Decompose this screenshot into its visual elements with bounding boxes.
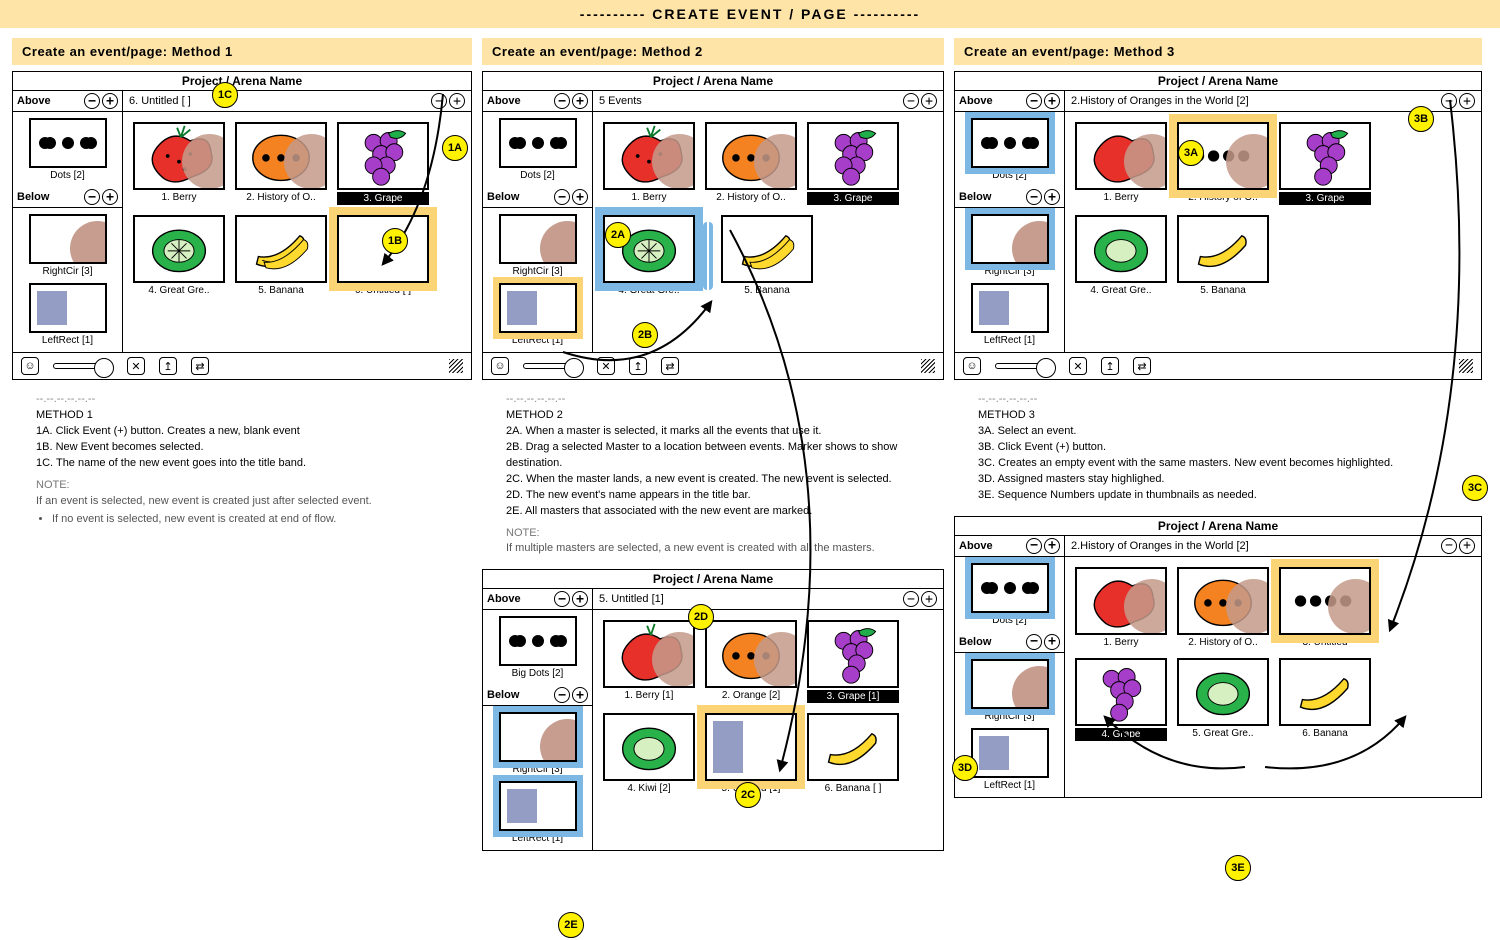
- method-3-header: Create an event/page: Method 3: [954, 38, 1482, 65]
- below-plus-button[interactable]: +: [1044, 189, 1060, 205]
- master-rightcir-marked[interactable]: RightCir [3]: [961, 214, 1058, 277]
- callout-1a: 1A: [442, 135, 468, 161]
- below-plus-button[interactable]: +: [102, 189, 118, 205]
- connect-icon[interactable]: ⇄: [191, 357, 209, 375]
- callout-3d: 3D: [952, 755, 978, 781]
- method-1-notes: --.--.--.--.--.-- METHOD 1 1A. Click Eve…: [12, 386, 472, 536]
- event-kiwi[interactable]: 4. Kiwi [2]: [603, 713, 695, 794]
- event-grape[interactable]: 3. Grape: [807, 122, 899, 205]
- below-minus-button[interactable]: −: [1026, 189, 1042, 205]
- event-greatgre[interactable]: 4. Great Gre..: [1075, 215, 1167, 296]
- strip-title: 5 Events: [599, 95, 642, 107]
- above-plus-button[interactable]: +: [572, 93, 588, 109]
- callout-2b: 2B: [632, 322, 658, 348]
- event-berry[interactable]: 1. Berry: [1075, 567, 1167, 648]
- event-grape[interactable]: 3. Grape: [1279, 122, 1371, 205]
- connect-icon[interactable]: ⇄: [1133, 357, 1151, 375]
- method-1-header: Create an event/page: Method 1: [12, 38, 472, 65]
- master-rightcir-marked[interactable]: RightCir [3]: [489, 712, 586, 775]
- below-plus-button[interactable]: +: [572, 189, 588, 205]
- above-minus-button[interactable]: −: [1026, 538, 1042, 554]
- callout-1c: 1C: [212, 82, 238, 108]
- event-history[interactable]: 2. History of O..: [705, 122, 797, 205]
- below-minus-button[interactable]: −: [1026, 634, 1042, 650]
- master-rightcir-marked[interactable]: RightCir [3]: [961, 659, 1058, 722]
- master-leftrect-marked[interactable]: LeftRect [1]: [489, 781, 586, 844]
- export-icon[interactable]: ↥: [1101, 357, 1119, 375]
- callout-3c: 3C: [1462, 475, 1488, 501]
- method-2-header: Create an event/page: Method 2: [482, 38, 944, 65]
- master-dots-marked[interactable]: Dots [2]: [961, 563, 1058, 626]
- frame-toolbar: ☺ ✕ ↥ ⇄: [13, 352, 471, 379]
- event-plus-button[interactable]: +: [921, 591, 937, 607]
- event-untitled-new[interactable]: 3. Untitled: [1279, 567, 1371, 648]
- master-leftrect[interactable]: LeftRect [1]: [961, 283, 1058, 346]
- event-berry[interactable]: 1. Berry [1]: [603, 620, 695, 703]
- center-icon[interactable]: ✕: [1069, 357, 1087, 375]
- event-berry[interactable]: 1. Berry: [603, 122, 695, 205]
- below-plus-button[interactable]: +: [572, 687, 588, 703]
- user-icon[interactable]: ☺: [21, 357, 39, 375]
- callout-2e: 2E: [558, 912, 584, 938]
- event-berry[interactable]: 1. Berry: [1075, 122, 1167, 205]
- callout-3e: 3E: [1225, 855, 1251, 881]
- master-dots-marked[interactable]: Dots [2]: [961, 118, 1058, 181]
- below-label: Below: [17, 191, 49, 203]
- callout-3a: 3A: [1178, 140, 1204, 166]
- resize-handle-icon[interactable]: [449, 359, 463, 373]
- master-rightcir[interactable]: RightCir [3]: [19, 214, 116, 277]
- strip-title: 2.History of Oranges in the World [2]: [1071, 540, 1249, 552]
- master-dots[interactable]: Dots [2]: [19, 118, 116, 181]
- event-minus-button[interactable]: −: [903, 591, 919, 607]
- event-banana[interactable]: 5. Banana: [1177, 215, 1269, 296]
- export-icon[interactable]: ↥: [159, 357, 177, 375]
- above-minus-button[interactable]: −: [554, 591, 570, 607]
- center-icon[interactable]: ✕: [127, 357, 145, 375]
- event-plus-button[interactable]: +: [921, 93, 937, 109]
- above-plus-button[interactable]: +: [572, 591, 588, 607]
- callout-2c: 2C: [735, 782, 761, 808]
- below-minus-button[interactable]: −: [84, 189, 100, 205]
- zoom-slider[interactable]: [53, 363, 113, 369]
- event-minus-button[interactable]: −: [903, 93, 919, 109]
- resize-handle-icon[interactable]: [921, 359, 935, 373]
- master-rightcir[interactable]: RightCir [3]: [489, 214, 586, 277]
- master-leftrect[interactable]: LeftRect [1]: [961, 728, 1058, 791]
- callout-3b: 3B: [1408, 106, 1434, 132]
- master-dots[interactable]: Dots [2]: [489, 118, 586, 181]
- callout-2d: 2D: [688, 604, 714, 630]
- below-plus-button[interactable]: +: [1044, 634, 1060, 650]
- above-minus-button[interactable]: −: [84, 93, 100, 109]
- user-icon[interactable]: ☺: [963, 357, 981, 375]
- page-title-banner: ---------- CREATE EVENT / PAGE ---------…: [0, 0, 1500, 28]
- event-history[interactable]: 2. History of O..: [1177, 567, 1269, 648]
- below-minus-button[interactable]: −: [554, 189, 570, 205]
- above-plus-button[interactable]: +: [1044, 93, 1060, 109]
- strip-title: 2.History of Oranges in the World [2]: [1071, 95, 1249, 107]
- above-minus-button[interactable]: −: [554, 93, 570, 109]
- zoom-slider[interactable]: [995, 363, 1055, 369]
- user-icon[interactable]: ☺: [491, 357, 509, 375]
- master-leftrect[interactable]: LeftRect [1]: [19, 283, 116, 346]
- master-bigdots[interactable]: Big Dots [2]: [489, 616, 586, 679]
- above-plus-button[interactable]: +: [1044, 538, 1060, 554]
- above-minus-button[interactable]: −: [1026, 93, 1042, 109]
- above-plus-button[interactable]: +: [102, 93, 118, 109]
- callout-1b: 1B: [382, 228, 408, 254]
- strip-title: 5. Untitled [1]: [599, 593, 664, 605]
- callout-2a: 2A: [605, 222, 631, 248]
- frame-method-1: Project / Arena Name Above − + Dots [2]: [12, 71, 472, 380]
- above-label: Above: [17, 95, 51, 107]
- below-minus-button[interactable]: −: [554, 687, 570, 703]
